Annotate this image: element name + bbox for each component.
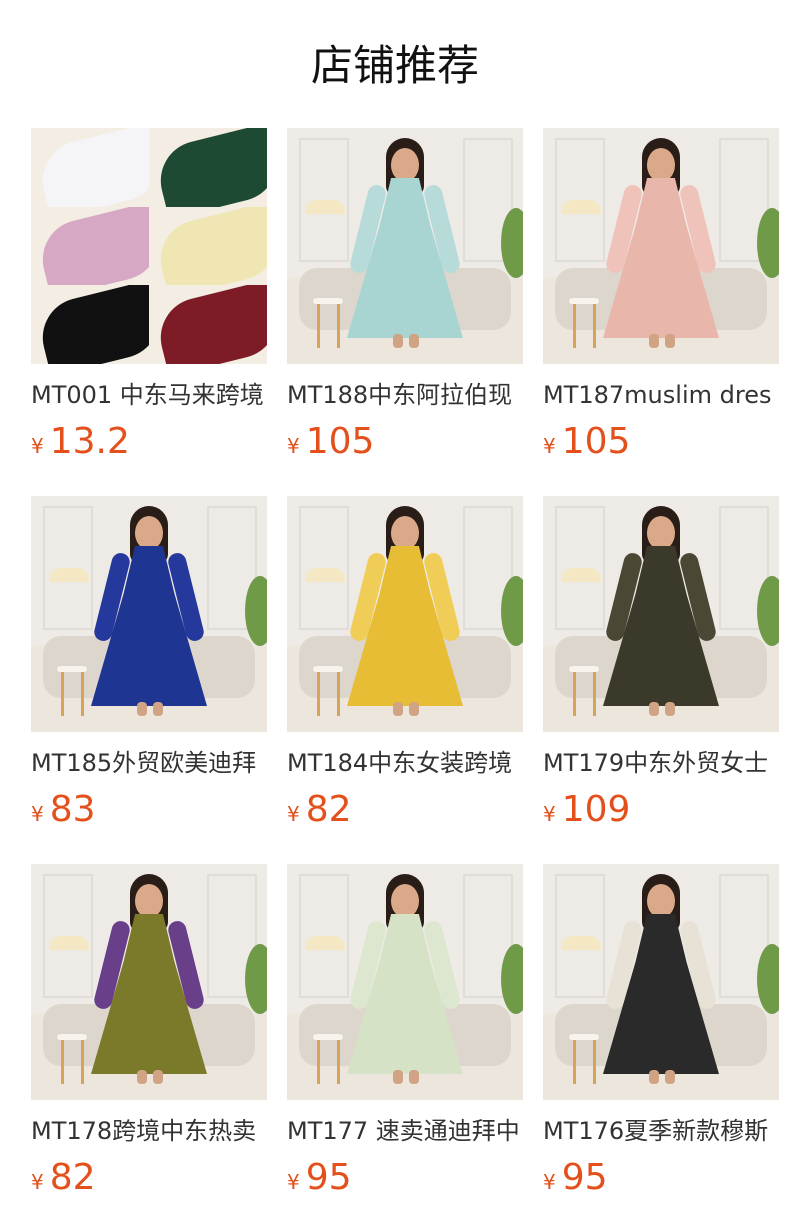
product-price: ¥82 [287,790,523,836]
product-price: ¥13.2 [31,422,267,468]
price-value: 95 [561,1157,608,1198]
price-value: 105 [305,421,375,462]
product-image[interactable] [287,864,523,1100]
price-value: 105 [561,421,631,462]
product-name[interactable]: MT184中东女装跨境 [287,748,523,778]
price-value: 13.2 [49,421,130,462]
product-card[interactable]: MT176夏季新款穆斯 ¥95 [543,864,779,1204]
scarf-swatch [31,206,149,286]
price-value: 83 [49,789,96,830]
price-value: 82 [305,789,352,830]
price-value: 95 [305,1157,352,1198]
product-price: ¥83 [31,790,267,836]
product-image[interactable] [543,864,779,1100]
currency-symbol: ¥ [31,434,44,458]
lamp [305,568,345,582]
lamp [561,568,601,582]
product-image[interactable] [287,496,523,732]
product-card[interactable]: MT179中东外贸女士 ¥109 [543,496,779,836]
product-card[interactable]: MT178跨境中东热卖 ¥82 [31,864,267,1204]
product-image[interactable] [543,128,779,364]
scarf-swatch [149,285,267,364]
product-name[interactable]: MT178跨境中东热卖 [31,1116,267,1146]
lamp [49,936,89,950]
product-card[interactable]: MT187muslim dres ¥105 [543,128,779,468]
currency-symbol: ¥ [543,434,556,458]
currency-symbol: ¥ [543,802,556,826]
product-price: ¥105 [287,422,523,468]
product-card[interactable]: MT001 中东马来跨境 ¥13.2 [31,128,267,468]
scarf-swatch [149,128,267,207]
product-name[interactable]: MT177 速卖通迪拜中 [287,1116,523,1146]
currency-symbol: ¥ [543,1170,556,1194]
product-price: ¥82 [31,1158,267,1204]
plant [501,208,523,278]
plant [757,576,779,646]
product-price: ¥95 [287,1158,523,1204]
lamp [305,200,345,214]
currency-symbol: ¥ [31,1170,44,1194]
currency-symbol: ¥ [31,802,44,826]
currency-symbol: ¥ [287,1170,300,1194]
plant [245,944,267,1014]
product-price: ¥105 [543,422,779,468]
product-image[interactable] [31,496,267,732]
plant [501,944,523,1014]
product-card[interactable]: MT184中东女装跨境 ¥82 [287,496,523,836]
scarf-swatch [149,206,267,286]
product-price: ¥95 [543,1158,779,1204]
product-name[interactable]: MT176夏季新款穆斯 [543,1116,779,1146]
lamp [49,568,89,582]
product-name[interactable]: MT185外贸欧美迪拜 [31,748,267,778]
product-price: ¥109 [543,790,779,836]
plant [245,576,267,646]
product-image[interactable] [287,128,523,364]
plant [501,576,523,646]
product-image[interactable] [31,864,267,1100]
product-card[interactable]: MT177 速卖通迪拜中 ¥95 [287,864,523,1204]
lamp [305,936,345,950]
scarf-swatch [31,285,149,364]
product-image[interactable] [543,496,779,732]
section-title: 店铺推荐 [310,41,479,90]
plant [757,208,779,278]
product-card[interactable]: MT185外贸欧美迪拜 ¥83 [31,496,267,836]
lamp [561,200,601,214]
product-card[interactable]: MT188中东阿拉伯现 ¥105 [287,128,523,468]
scarf-swatch [31,128,149,207]
product-image[interactable] [31,128,267,364]
price-value: 82 [49,1157,96,1198]
currency-symbol: ¥ [287,434,300,458]
price-value: 109 [561,789,631,830]
currency-symbol: ¥ [287,802,300,826]
plant [757,944,779,1014]
product-name[interactable]: MT179中东外贸女士 [543,748,779,778]
lamp [561,936,601,950]
product-name[interactable]: MT001 中东马来跨境 [31,380,267,410]
product-name[interactable]: MT188中东阿拉伯现 [287,380,523,410]
product-name[interactable]: MT187muslim dres [543,380,779,410]
